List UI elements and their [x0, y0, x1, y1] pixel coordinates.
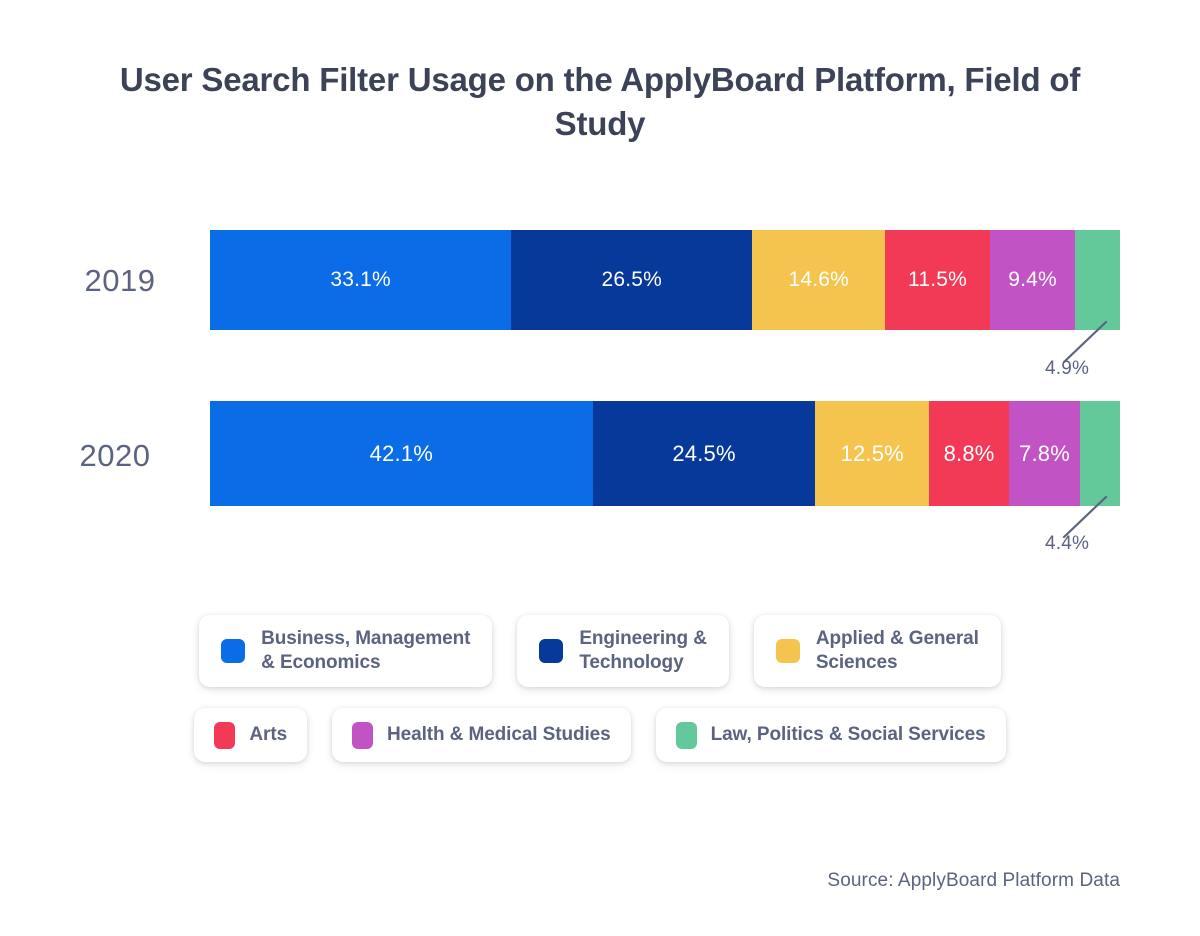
bar-segment-law	[1075, 230, 1120, 330]
bar-segment-value: 42.1%	[369, 440, 434, 466]
callout-label-2019: 4.9%	[1045, 358, 1090, 379]
bar-segment-value: 26.5%	[601, 268, 663, 291]
bar-segment-arts: 11.5%	[885, 230, 990, 330]
legend-item-label: Business, Management & Economics	[261, 627, 471, 673]
legend-swatch-icon	[775, 639, 800, 663]
legend-item-label: Applied & General Sciences	[815, 627, 979, 673]
chart-plot-area: 2019 2020 33.1% 26.5% 14.6% 11.5% 9.4% 42.1%…	[0, 0, 1200, 600]
year-label-2020: 2020	[79, 438, 151, 473]
bar-segment-health: 7.8%	[1009, 401, 1080, 506]
callout-label-2020: 4.4%	[1045, 533, 1090, 554]
bar-segment-value: 7.8%	[1019, 440, 1070, 466]
legend-item-business[interactable]: Business, Management & Economics	[199, 615, 493, 687]
bar-segment-engineering: 24.5%	[592, 401, 816, 506]
chart-page: User Search Filter Usage on the ApplyBoa…	[0, 0, 1200, 936]
year-label-2019: 2019	[84, 263, 156, 298]
legend-row-primary: Business, Management & Economics Engineer…	[0, 615, 1200, 687]
bar-segment-value: 8.8%	[943, 440, 995, 466]
stacked-bar-2019: 33.1% 26.5% 14.6% 11.5% 9.4%	[210, 230, 1120, 330]
legend-item-label: Law, Politics & Social Services	[710, 723, 986, 745]
bar-segment-business: 33.1%	[210, 230, 512, 330]
legend-item-law[interactable]: Law, Politics & Social Services	[655, 708, 1006, 762]
legend-item-applied[interactable]: Applied & General Sciences	[753, 615, 1001, 687]
legend-item-engineering[interactable]: Engineering & Technology	[517, 615, 729, 687]
chart-legend: Business, Management & Economics Engineer…	[0, 615, 1200, 762]
bar-segment-engineering: 26.5%	[511, 230, 753, 330]
bar-segment-arts: 8.8%	[929, 401, 1010, 506]
legend-swatch-icon	[675, 721, 697, 749]
bar-segment-applied: 12.5%	[815, 401, 930, 506]
bar-segment-law	[1079, 401, 1120, 506]
bar-segment-value: 33.1%	[330, 268, 391, 291]
legend-item-label: Engineering & Technology	[579, 627, 707, 673]
bar-segment-business: 42.1%	[210, 401, 593, 506]
bar-segment-health: 9.4%	[989, 230, 1076, 330]
legend-item-arts[interactable]: Arts	[194, 708, 308, 762]
legend-item-label: Health & Medical Studies	[387, 723, 611, 745]
stacked-bar-2020: 42.1% 24.5% 12.5% 8.8% 7.8%	[210, 401, 1120, 506]
legend-swatch-icon	[539, 639, 564, 663]
bar-segment-value: 11.5%	[908, 268, 968, 291]
legend-swatch-icon	[214, 721, 236, 749]
source-note: Source: ApplyBoard Platform Data	[827, 870, 1120, 891]
bar-segment-applied: 14.6%	[752, 230, 886, 330]
legend-row-secondary: Arts Health & Medical Studies Law, Politic…	[0, 708, 1200, 762]
legend-item-label: Arts	[249, 723, 288, 745]
bar-segment-value: 24.5%	[672, 440, 736, 466]
bar-segment-value: 14.6%	[788, 268, 850, 291]
legend-swatch-icon	[352, 721, 374, 749]
bar-segment-value: 9.4%	[1008, 268, 1057, 291]
legend-item-health[interactable]: Health & Medical Studies	[332, 708, 631, 762]
bar-segment-value: 12.5%	[840, 440, 904, 466]
legend-swatch-icon	[221, 639, 246, 663]
